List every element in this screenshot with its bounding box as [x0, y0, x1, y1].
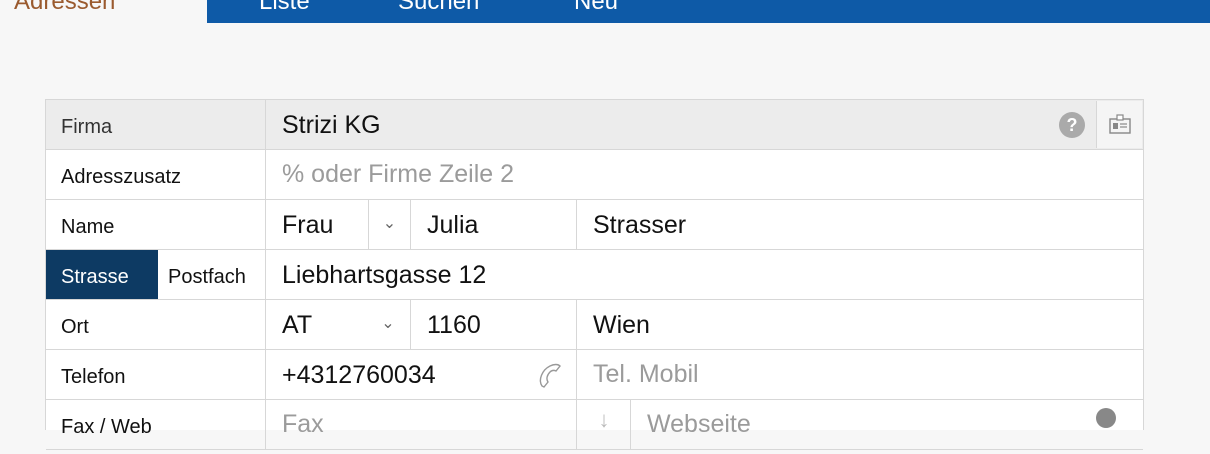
strasse-toggle[interactable]: Strasse — [46, 250, 158, 299]
name-label: Name — [46, 200, 266, 249]
fax-web-row: Fax / Web ↓ — [46, 400, 1143, 450]
telefon-row: Telefon +4312760034 — [46, 350, 1143, 400]
adresszusatz-row: Adresszusatz — [46, 150, 1143, 200]
firma-label: Firma — [46, 100, 266, 149]
ort-row: Ort AT ⌄ 1160 Wien — [46, 300, 1143, 350]
salutation-chevron-down-icon[interactable]: ⌄ — [368, 200, 410, 249]
salutation-select[interactable]: Frau — [266, 200, 368, 249]
website-input[interactable] — [630, 400, 1090, 449]
tab-neu[interactable]: Neu — [574, 0, 618, 23]
zip-field[interactable]: 1160 — [410, 300, 576, 349]
tab-suchen[interactable]: Suchen — [398, 0, 479, 23]
address-form: Firma Strizi KG ? Adresszusatz Name Frau… — [45, 99, 1144, 450]
phone-field[interactable]: +4312760034 — [266, 350, 526, 399]
firma-row: Firma Strizi KG ? — [46, 100, 1143, 150]
ort-label: Ort — [46, 300, 266, 349]
adresszusatz-input[interactable] — [266, 150, 1136, 199]
tab-adressen[interactable]: Adressen — [0, 0, 207, 23]
phone-icon[interactable] — [536, 362, 568, 390]
city-field[interactable]: Wien — [576, 300, 1143, 349]
tab-liste[interactable]: Liste — [259, 0, 310, 23]
country-chevron-down-icon[interactable]: ⌄ — [368, 300, 408, 349]
address-row: Strasse Postfach Liebhartsgasse 12 — [46, 250, 1143, 300]
help-icon[interactable]: ? — [1059, 112, 1085, 138]
firma-field[interactable]: Strizi KG — [266, 100, 1046, 149]
name-row: Name Frau ⌄ Julia Strasser — [46, 200, 1143, 250]
first-name-field[interactable]: Julia — [410, 200, 576, 249]
adresszusatz-label: Adresszusatz — [46, 150, 266, 199]
top-tab-bar: Adressen Liste Suchen Neu — [0, 0, 1210, 23]
country-select[interactable]: AT — [266, 300, 366, 349]
contact-card-icon — [1109, 114, 1131, 134]
last-name-field[interactable]: Strasser — [576, 200, 1143, 249]
postfach-toggle[interactable]: Postfach — [158, 250, 266, 299]
contact-card-button[interactable] — [1096, 101, 1142, 148]
mobile-input[interactable] — [576, 350, 1143, 399]
fax-icon[interactable]: ↓ — [576, 400, 631, 450]
telefon-label: Telefon — [46, 350, 266, 399]
globe-icon[interactable] — [1096, 408, 1116, 428]
fax-web-label: Fax / Web — [46, 400, 266, 449]
fax-input[interactable] — [266, 400, 576, 449]
street-field[interactable]: Liebhartsgasse 12 — [266, 250, 1136, 299]
